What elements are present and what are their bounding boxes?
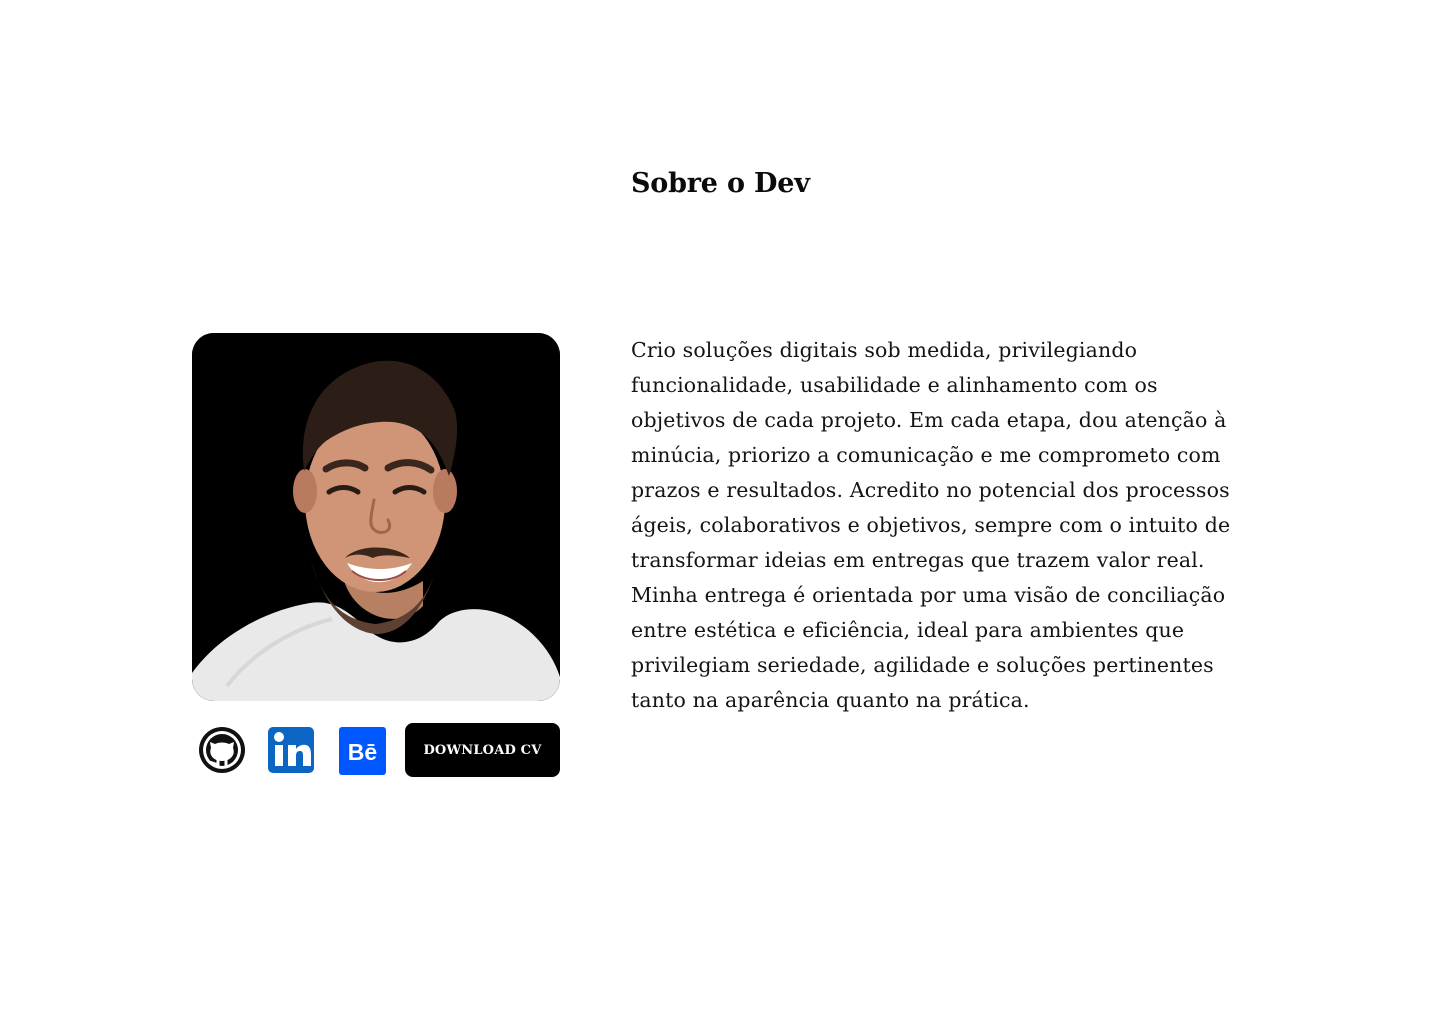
- bio-line: ágeis, colaborativos e objetivos, sempre…: [631, 513, 1231, 537]
- behance-icon: Bē: [339, 727, 386, 775]
- github-link[interactable]: [197, 725, 247, 775]
- social-links: Bē DOWNLOAD CV: [192, 723, 560, 777]
- profile-photo-illustration: [192, 333, 560, 701]
- github-icon: [199, 727, 245, 773]
- profile-photo: [192, 333, 560, 701]
- bio-line: Crio soluções digitais sob medida, privi…: [631, 338, 1138, 362]
- bio-line: funcionalidade, usabilidade e alinhament…: [631, 373, 1158, 397]
- behance-label: Bē: [348, 739, 377, 765]
- bio-line: entre estética e eficiência, ideal para …: [631, 618, 1185, 642]
- bio-line: minúcia, priorizo a comunicação e me com…: [631, 443, 1221, 467]
- bio-line: objetivos de cada projeto. Em cada etapa…: [631, 408, 1227, 432]
- bio-line: Minha entrega é orientada por uma visão …: [631, 583, 1226, 607]
- bio-line: tanto na aparência quanto na prática.: [631, 688, 1030, 712]
- linkedin-link[interactable]: [268, 727, 314, 773]
- download-cv-button[interactable]: DOWNLOAD CV: [405, 723, 560, 777]
- bio-line: transformar ideias em entregas que traze…: [631, 548, 1205, 572]
- bio-paragraph: Crio soluções digitais sob medida, privi…: [631, 333, 1351, 718]
- bio-line: prazos e resultados. Acredito no potenci…: [631, 478, 1230, 502]
- linkedin-icon: [268, 727, 314, 773]
- behance-link[interactable]: Bē: [339, 727, 386, 775]
- section-title: Sobre o Dev: [631, 168, 810, 199]
- bio-line: privilegiam seriedade, agilidade e soluç…: [631, 653, 1214, 677]
